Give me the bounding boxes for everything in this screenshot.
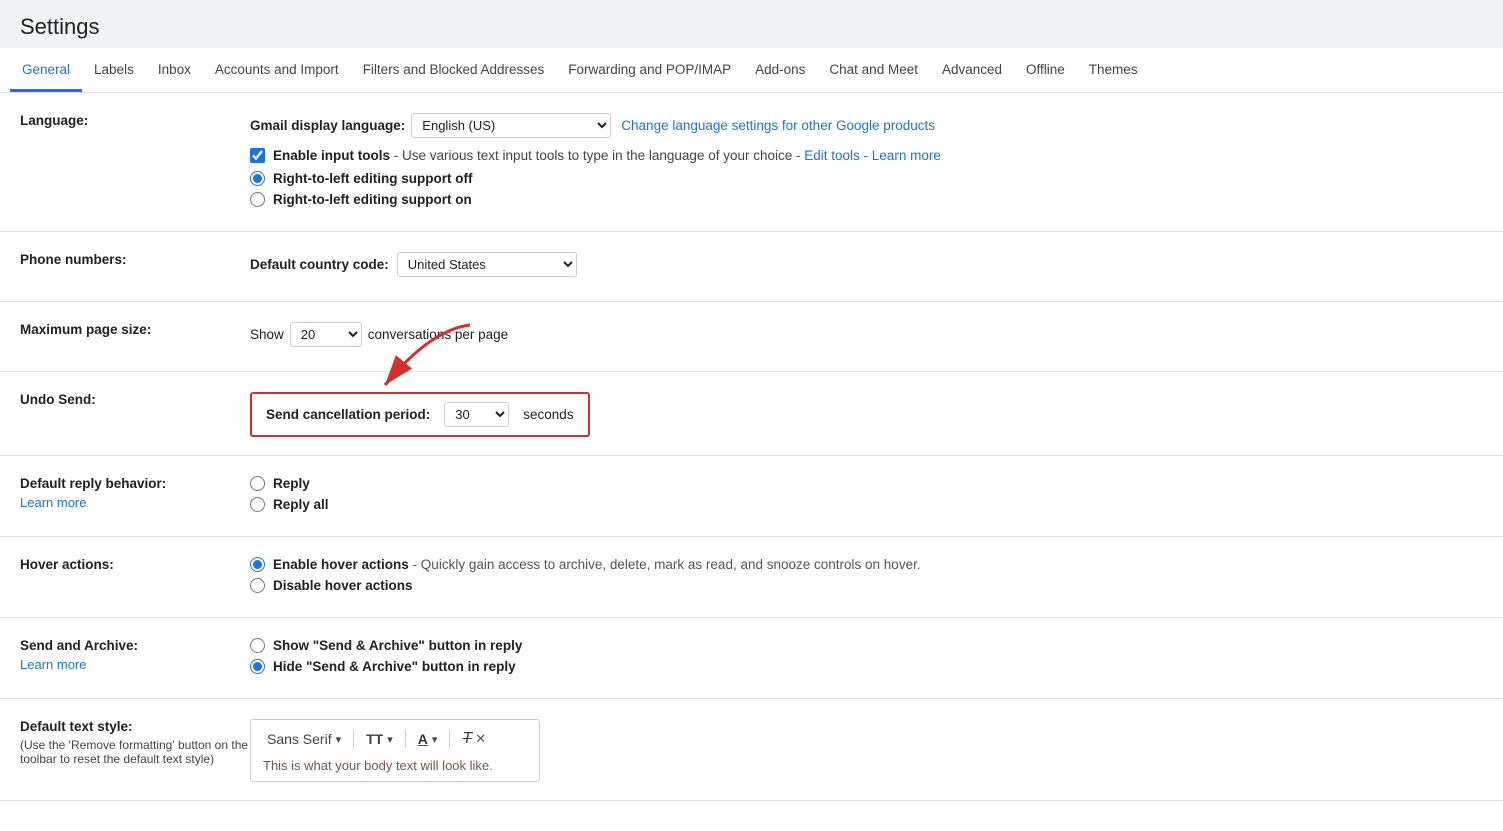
display-language-select[interactable]: English (US) (411, 113, 611, 138)
default-text-style-section: Default text style: (Use the 'Remove for… (0, 699, 1503, 801)
text-style-sublabel1: (Use the 'Remove formatting' button on t… (20, 738, 248, 752)
font-size-dropdown-icon: ▾ (387, 733, 393, 746)
max-page-size-section: Maximum page size: Show 20 10 15 25 50 1… (0, 302, 1503, 372)
tab-inbox[interactable]: Inbox (146, 48, 203, 92)
rtl-on-radio[interactable] (250, 192, 265, 207)
cancellation-period-select[interactable]: 30 5 10 20 (444, 402, 509, 427)
font-color-button[interactable]: A ▾ (414, 729, 442, 749)
hover-actions-control: Enable hover actions - Quickly gain acce… (250, 555, 1483, 599)
remove-formatting-button[interactable]: T ✕ (458, 728, 490, 750)
font-family-button[interactable]: Sans Serif ▾ (263, 729, 345, 749)
display-language-label: Gmail display language: (250, 118, 405, 133)
hide-send-archive-radio[interactable] (250, 659, 265, 674)
max-page-size-control: Show 20 10 15 25 50 100 conversations pe… (250, 320, 1483, 353)
conversations-per-page-label: conversations per page (368, 327, 508, 342)
page-size-select[interactable]: 20 10 15 25 50 100 (290, 322, 362, 347)
default-reply-control: Reply Reply all (250, 474, 1483, 518)
rtl-on-label: Right-to-left editing support on (273, 192, 472, 207)
reply-all-radio[interactable] (250, 497, 265, 512)
show-send-archive-label: Show "Send & Archive" button in reply (273, 638, 522, 653)
tab-labels[interactable]: Labels (82, 48, 146, 92)
tab-addons[interactable]: Add-ons (743, 48, 817, 92)
undo-send-section: Undo Send: Send cancellation period: 30 … (0, 372, 1503, 456)
reply-all-label: Reply all (273, 497, 329, 512)
default-reply-learn-more[interactable]: Learn more (20, 495, 250, 510)
tab-general[interactable]: General (10, 48, 82, 92)
send-archive-control: Show "Send & Archive" button in reply Hi… (250, 636, 1483, 680)
max-page-size-label: Maximum page size: (20, 320, 250, 337)
settings-content: Language: Gmail display language: Englis… (0, 93, 1503, 831)
reply-radio[interactable] (250, 476, 265, 491)
default-reply-section: Default reply behavior: Learn more Reply… (0, 456, 1503, 537)
seconds-label: seconds (523, 407, 573, 422)
rtl-off-label: Right-to-left editing support off (273, 171, 472, 186)
text-style-toolbar: Sans Serif ▾ TT ▾ A ▾ T (250, 719, 540, 782)
default-text-style-control: Sans Serif ▾ TT ▾ A ▾ T (250, 717, 1483, 782)
enable-input-tools-checkbox[interactable] (250, 148, 265, 163)
show-label: Show (250, 327, 284, 342)
tabs-bar: General Labels Inbox Accounts and Import… (0, 48, 1503, 93)
disable-hover-label: Disable hover actions (273, 578, 413, 593)
hide-send-archive-label: Hide "Send & Archive" button in reply (273, 659, 516, 674)
edit-tools-link[interactable]: Edit tools (804, 148, 860, 163)
remove-formatting-x: ✕ (475, 731, 486, 747)
font-family-dropdown-icon: ▾ (336, 733, 342, 746)
font-color-dropdown-icon: ▾ (432, 733, 438, 746)
hover-actions-section: Hover actions: Enable hover actions - Qu… (0, 537, 1503, 618)
language-section: Language: Gmail display language: Englis… (0, 93, 1503, 232)
enable-hover-label: Enable hover actions - Quickly gain acce… (273, 557, 921, 572)
phone-numbers-label: Phone numbers: (20, 250, 250, 267)
font-color-icon: A (418, 731, 428, 747)
tab-themes[interactable]: Themes (1077, 48, 1150, 92)
show-send-archive-radio[interactable] (250, 638, 265, 653)
font-size-icon: TT (366, 731, 383, 747)
toolbar-divider-3 (449, 730, 450, 748)
default-reply-label: Default reply behavior: Learn more (20, 474, 250, 510)
send-archive-learn-more[interactable]: Learn more (20, 657, 250, 672)
language-control: Gmail display language: English (US) Cha… (250, 111, 1483, 213)
app-title: Settings (0, 0, 1503, 48)
send-archive-section: Send and Archive: Learn more Show "Send … (0, 618, 1503, 699)
disable-hover-radio[interactable] (250, 578, 265, 593)
toolbar-divider-2 (405, 730, 406, 748)
toolbar-divider-1 (353, 730, 354, 748)
tab-filters[interactable]: Filters and Blocked Addresses (351, 48, 557, 92)
country-code-select[interactable]: United States (397, 252, 577, 277)
rtl-off-radio[interactable] (250, 171, 265, 186)
send-archive-label: Send and Archive: Learn more (20, 636, 250, 672)
remove-formatting-icon: T (462, 730, 472, 748)
undo-send-label: Undo Send: (20, 390, 250, 407)
country-code-label: Default country code: (250, 257, 389, 272)
tab-forwarding[interactable]: Forwarding and POP/IMAP (556, 48, 743, 92)
font-size-button[interactable]: TT ▾ (362, 729, 397, 749)
tab-advanced[interactable]: Advanced (930, 48, 1014, 92)
body-text-preview: This is what your body text will look li… (263, 758, 527, 773)
phone-numbers-control: Default country code: United States (250, 250, 1483, 283)
undo-send-control: Send cancellation period: 30 5 10 20 sec… (250, 390, 1483, 437)
hover-actions-label: Hover actions: (20, 555, 250, 572)
send-cancellation-period-label: Send cancellation period: (266, 407, 430, 422)
enable-input-tools-label: Enable input tools - Use various text in… (273, 148, 941, 163)
enable-hover-radio[interactable] (250, 557, 265, 572)
phone-numbers-section: Phone numbers: Default country code: Uni… (0, 232, 1503, 302)
tab-accounts-import[interactable]: Accounts and Import (203, 48, 351, 92)
default-text-style-label: Default text style: (Use the 'Remove for… (20, 717, 250, 766)
language-label: Language: (20, 111, 250, 128)
reply-label: Reply (273, 476, 310, 491)
change-language-link[interactable]: Change language settings for other Googl… (621, 118, 935, 133)
tab-offline[interactable]: Offline (1014, 48, 1077, 92)
tab-chat-meet[interactable]: Chat and Meet (817, 48, 930, 92)
font-family-label: Sans Serif (267, 731, 332, 747)
text-style-sublabel2: toolbar to reset the default text style) (20, 752, 214, 766)
learn-more-link-language[interactable]: - Learn more (864, 148, 941, 163)
